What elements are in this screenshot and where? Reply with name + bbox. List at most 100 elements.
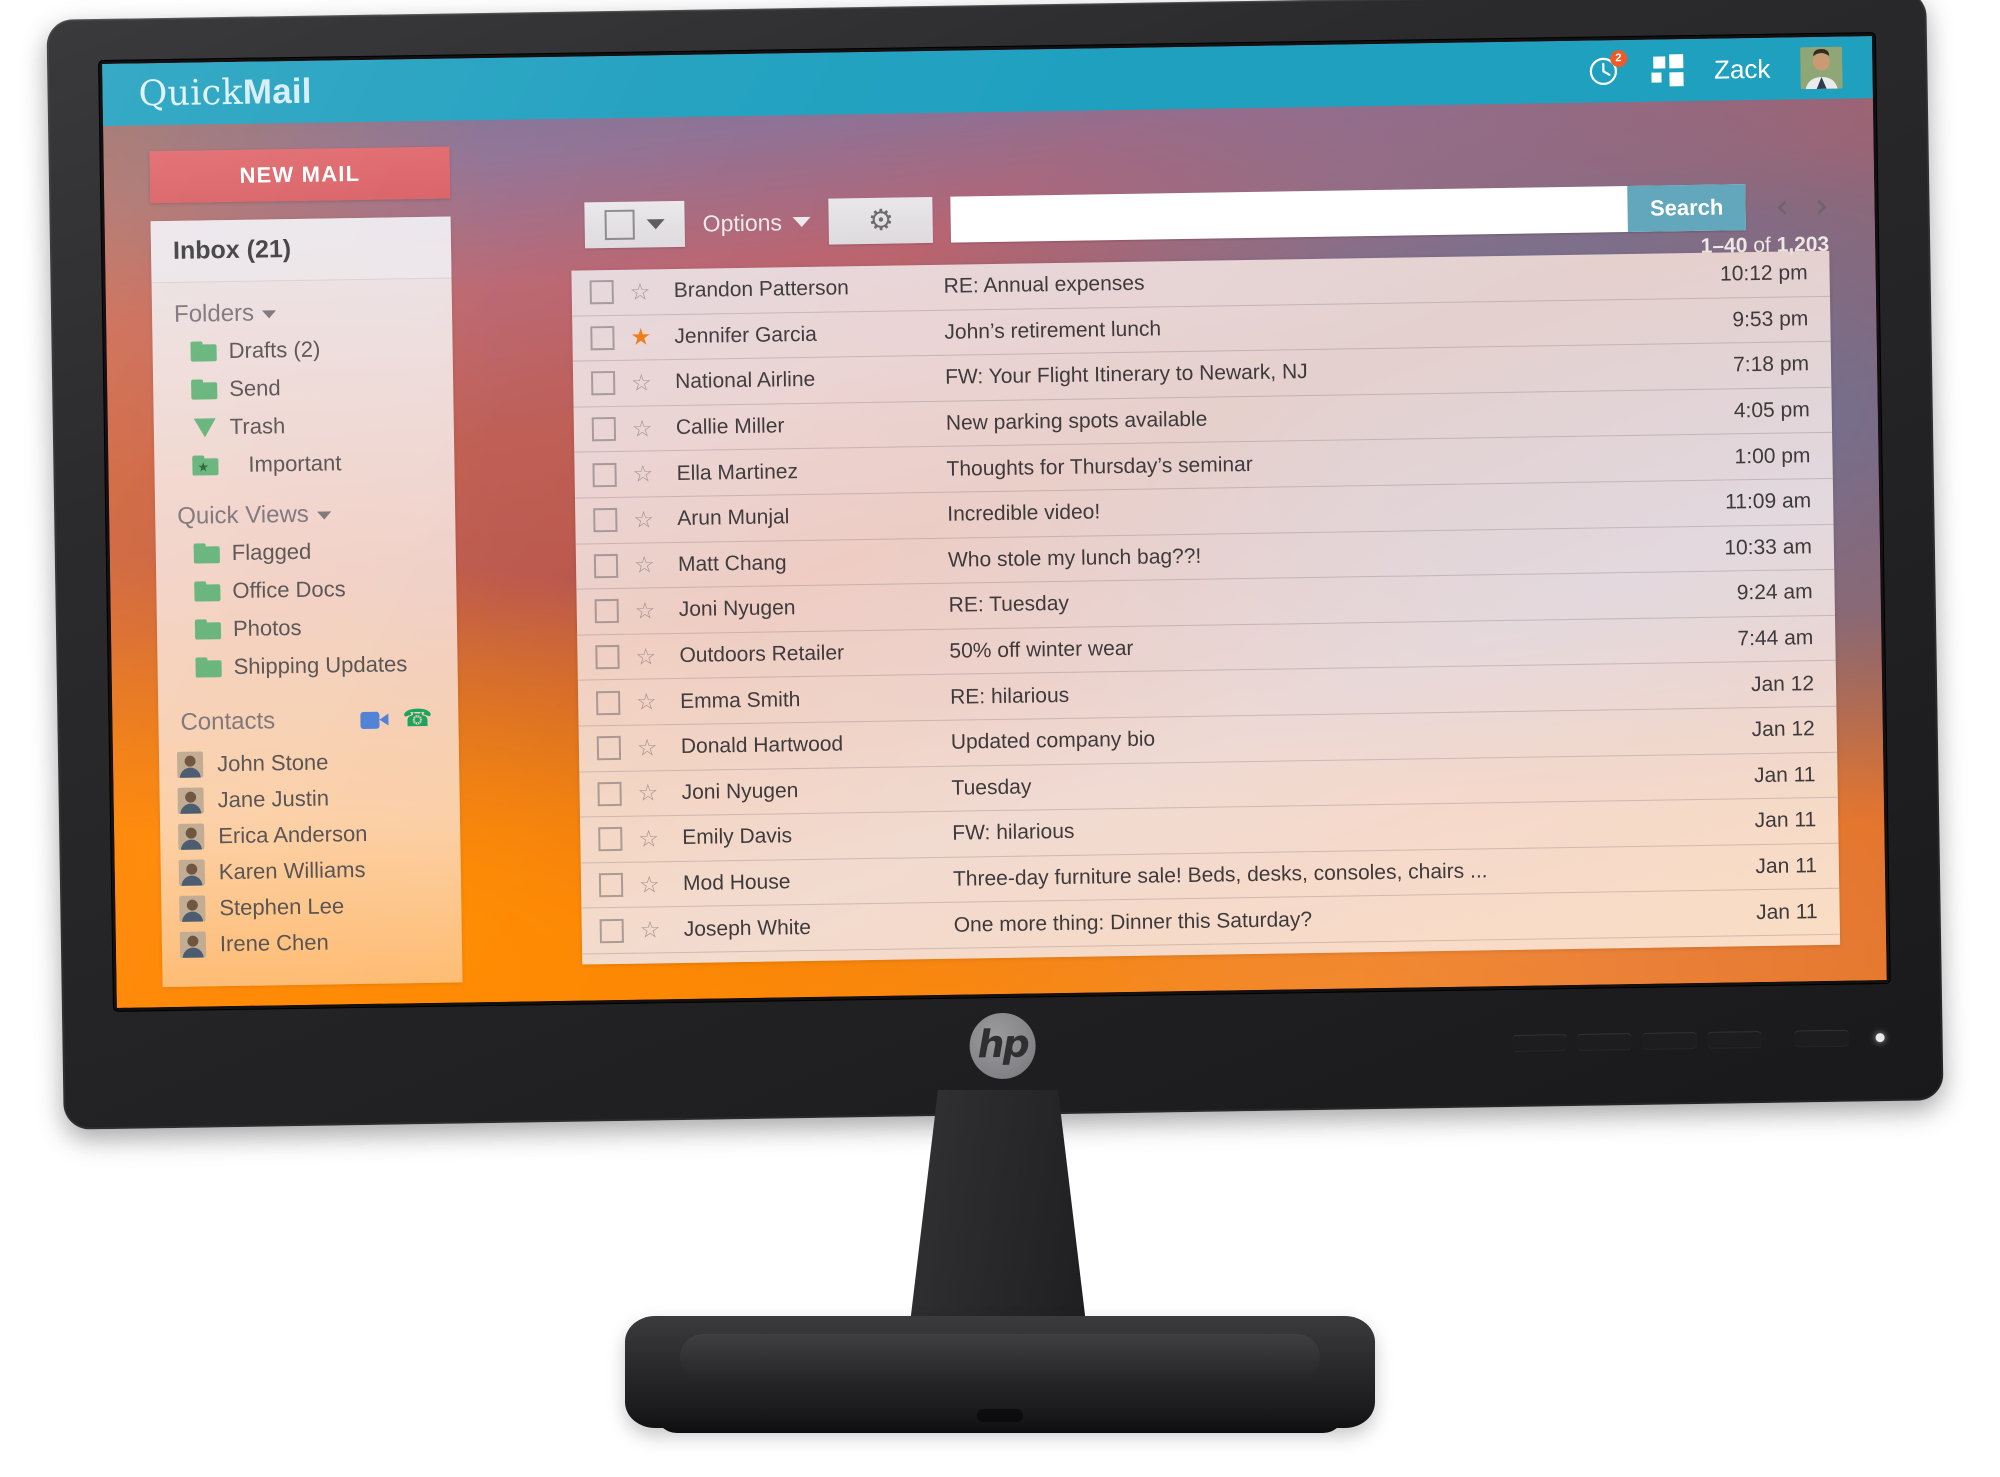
star-icon[interactable]: ☆ [633,506,657,532]
screen: QuickMail 2 Zack NEW MAIL Inbox (21) Fol… [102,36,1887,1008]
star-icon[interactable]: ☆ [635,597,659,623]
mail-subject: RE: Annual expenses [943,271,1145,299]
mail-sender: Brandon Patterson [673,276,850,303]
star-icon[interactable]: ☆ [632,415,656,441]
sidebar-item-label: Office Docs [232,576,346,603]
mail-subject: Thoughts for Thursday’s seminar [946,452,1253,481]
row-checkbox[interactable] [597,781,622,807]
search-input[interactable] [950,186,1629,243]
star-icon[interactable]: ☆ [637,780,661,806]
star-icon[interactable]: ☆ [632,461,656,487]
row-checkbox[interactable] [593,508,618,533]
sidebar-item-drafts[interactable]: Drafts (2) [190,328,453,370]
row-checkbox[interactable] [596,690,621,715]
contact-name: Irene Chen [219,929,329,957]
star-icon[interactable]: ☆ [639,871,663,897]
row-checkbox[interactable] [591,417,617,442]
folders-section-header[interactable]: Folders [152,279,453,334]
star-icon[interactable]: ☆ [638,825,662,851]
prev-page-button[interactable]: ‹ [1775,186,1789,226]
quick-views-section-header[interactable]: Quick Views [155,480,456,535]
logo-suffix: Mail [242,71,312,112]
list-item[interactable]: Jane Justin [177,778,460,818]
menu-button[interactable] [1512,1034,1567,1051]
row-checkbox[interactable] [598,872,624,898]
grid-icon-glyph [1651,54,1684,87]
mail-sender: Ella Martinez [676,459,799,485]
power-led [1875,1032,1885,1042]
contact-name: John Stone [216,749,329,777]
avatar [179,895,206,922]
sidebar-item-shipping-updates[interactable]: Shipping Updates [195,644,458,686]
video-camera-icon[interactable] [360,711,388,728]
sidebar-item-office-docs[interactable]: Office Docs [194,568,457,610]
row-checkbox[interactable] [598,827,623,852]
mail-subject: Updated company bio [950,727,1156,754]
row-checkbox[interactable] [590,371,616,396]
user-name[interactable]: Zack [1714,53,1771,85]
next-page-button[interactable]: › [1815,186,1829,226]
row-checkbox[interactable] [594,599,619,624]
mail-sender: Donald Hartwood [680,732,844,759]
star-icon[interactable]: ☆ [637,734,661,760]
row-checkbox[interactable] [589,280,614,305]
mail-subject: One more thing: Dinner this Saturday? [953,907,1313,937]
star-icon[interactable]: ★ [630,324,654,350]
row-checkbox[interactable] [592,462,617,487]
mail-subject: RE: Tuesday [948,592,1070,618]
mail-subject: FW: Your Flight Itinerary to Newark, NJ [944,360,1308,390]
clock-icon[interactable]: 2 [1586,50,1627,89]
app-logo[interactable]: QuickMail [138,72,312,115]
row-checkbox[interactable] [599,918,624,943]
list-item[interactable]: John Stone [176,742,460,782]
sidebar-item-trash[interactable]: Trash [192,404,455,446]
search-button[interactable]: Search [1627,184,1746,233]
star-icon[interactable]: ☆ [630,278,654,304]
power-button[interactable] [1794,1029,1849,1047]
source-button[interactable] [1707,1031,1762,1048]
options-menu-button[interactable]: Options [702,208,812,237]
stand-base-highlight [680,1334,1320,1380]
star-icon[interactable]: ☆ [631,369,655,395]
star-icon[interactable]: ☆ [635,643,659,669]
mail-subject: Tuesday [951,775,1032,800]
sidebar-item-photos[interactable]: Photos [195,606,458,648]
list-item[interactable]: Karen Williams [178,850,462,890]
avatar[interactable] [1800,46,1843,90]
folder-icon [191,379,217,399]
mail-time: Jan 11 [1755,854,1818,879]
sidebar-item-flagged[interactable]: Flagged [194,530,457,572]
options-label: Options [702,208,783,237]
star-icon[interactable]: ☆ [640,962,664,965]
select-all-button[interactable] [584,200,686,249]
phone-icon[interactable]: ☎ [402,705,432,732]
star-icon[interactable]: ☆ [640,916,664,942]
sidebar-item-send[interactable]: Send [191,366,454,408]
new-mail-button[interactable]: NEW MAIL [149,146,451,204]
avatar [177,787,204,814]
row-checkbox[interactable] [595,644,620,670]
folder-icon [195,657,221,677]
star-icon[interactable]: ☆ [634,552,658,578]
list-item[interactable]: Irene Chen [179,922,463,962]
star-icon[interactable]: ☆ [636,688,660,714]
row-checkbox[interactable] [593,553,619,579]
trash-icon [192,416,218,438]
sidebar-item-label: Shipping Updates [233,651,408,679]
row-checkbox[interactable] [590,325,615,351]
contacts-list: John Stone Jane Justin Erica Anderson Ka… [159,738,462,963]
plus-button[interactable] [1642,1032,1697,1049]
mail-sender: Joni Nyugen [681,778,799,804]
sidebar-item-important[interactable]: ★ Important [192,442,455,484]
mail-list[interactable]: ☆ Brandon Patterson RE: Annual expenses 10:… [571,250,1841,965]
list-item[interactable]: Stephen Lee [179,886,462,926]
sidebar-item-inbox[interactable]: Inbox (21) [150,216,452,284]
settings-button[interactable]: ⚙ [828,196,934,245]
folder-icon [195,619,221,639]
minus-button[interactable] [1577,1033,1632,1050]
grid-icon[interactable] [1650,53,1685,88]
row-checkbox[interactable] [596,736,622,761]
list-item[interactable]: Erica Anderson [178,814,461,854]
mail-sender: Emma Smith [679,687,801,713]
sidebar-item-label: Trash [229,413,286,440]
